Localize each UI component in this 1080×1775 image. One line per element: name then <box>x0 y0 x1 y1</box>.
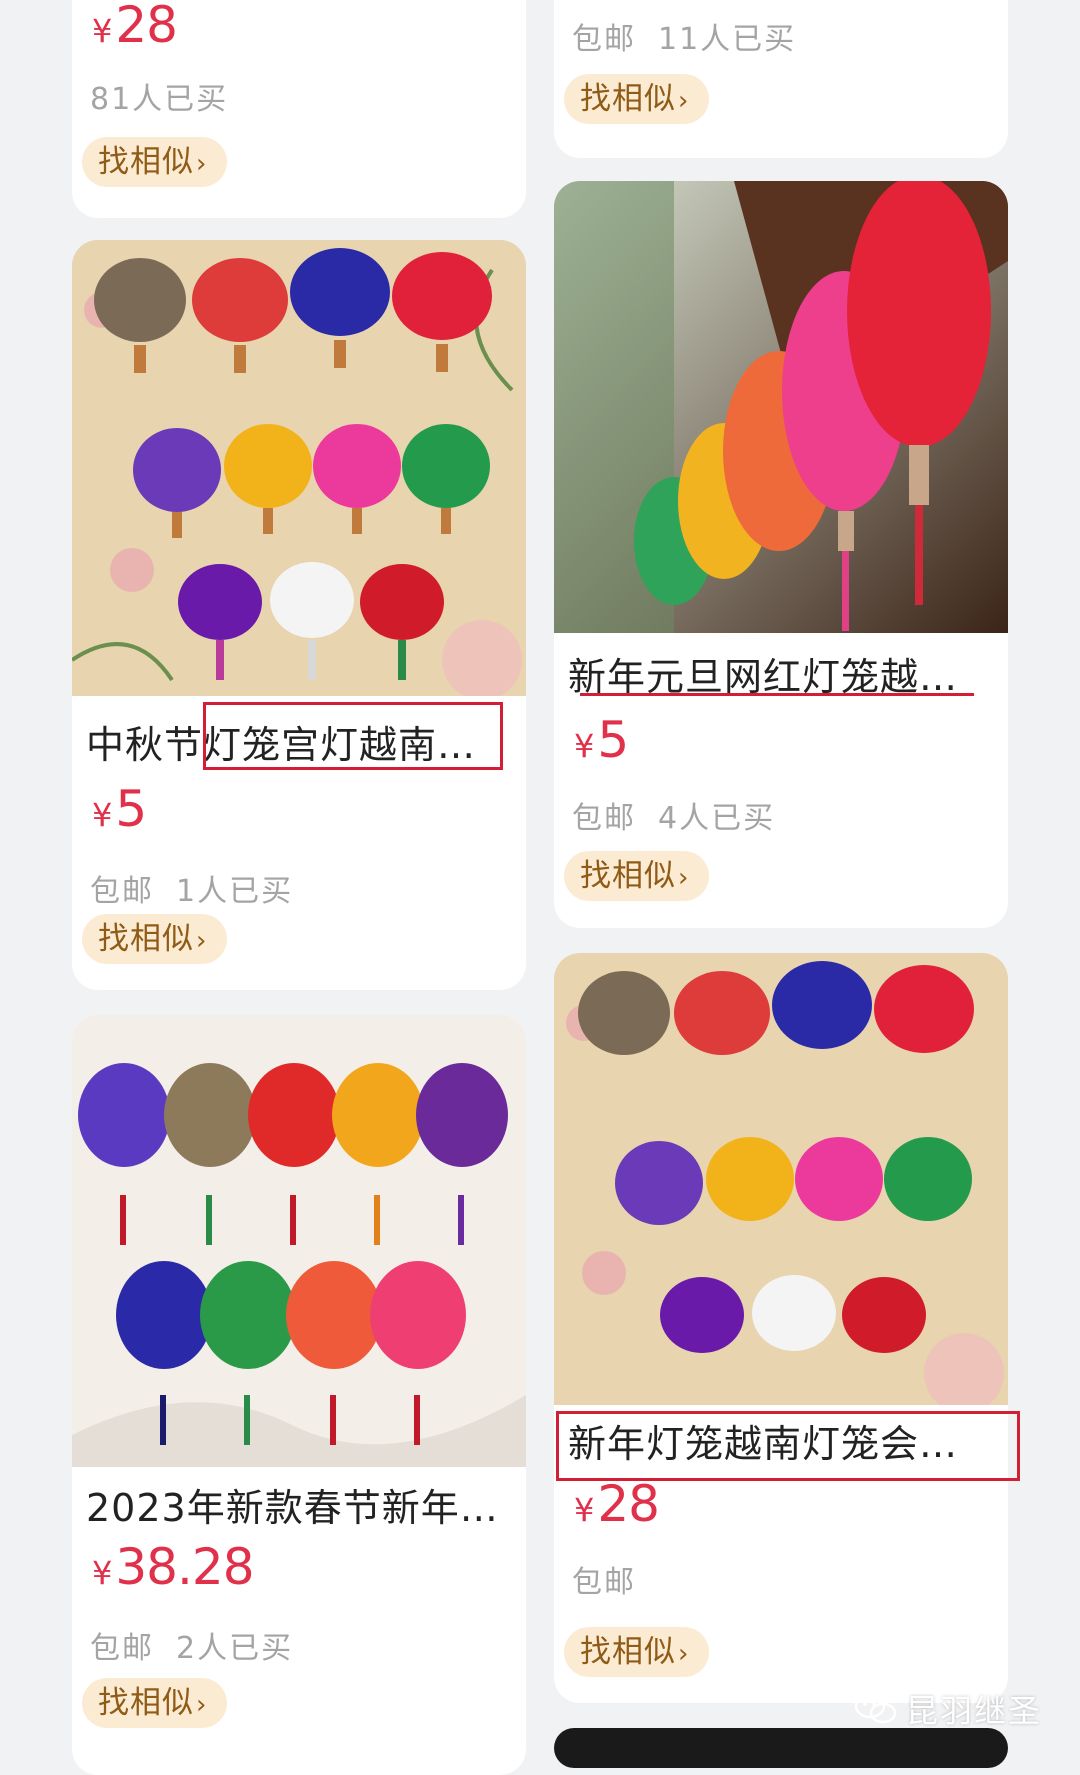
product-sales: 包邮 1人已买 <box>90 874 294 909</box>
watermark: 昆羽继圣 <box>854 1686 1042 1734</box>
watermark-text: 昆羽继圣 <box>905 1692 1042 1730</box>
find-similar-button[interactable]: 找相似› <box>82 1678 228 1728</box>
product-price: ¥28 <box>574 1475 660 1533</box>
product-price: ¥38.28 <box>92 1538 255 1596</box>
product-card[interactable]: 中秋节灯笼宫灯越南… ¥5 包邮 1人已买 找相似› <box>72 240 526 990</box>
product-card[interactable]: 2023年新款春节新年… ¥38.28 包邮 2人已买 找相似› <box>72 1015 526 1775</box>
product-sales: 包邮 <box>572 1565 636 1600</box>
chevron-right-icon: › <box>678 1639 690 1669</box>
highlight-box <box>556 1411 1020 1481</box>
product-card[interactable]: 包邮 11人已买 找相似› <box>554 0 1008 158</box>
product-sales: 包邮 4人已买 <box>572 801 776 836</box>
chevron-right-icon: › <box>196 1690 208 1720</box>
find-similar-button[interactable]: 找相似› <box>564 1627 710 1677</box>
product-image <box>554 1728 1008 1768</box>
product-sales: 包邮 2人已买 <box>90 1631 294 1666</box>
product-card[interactable]: 新年元旦网红灯笼越… ¥5 包邮 4人已买 找相似› <box>554 181 1008 928</box>
product-card[interactable]: 新年灯笼越南灯笼会… ¥28 包邮 找相似› <box>554 953 1008 1703</box>
highlight-underline <box>580 693 974 696</box>
product-sales: 81人已买 <box>90 82 229 117</box>
product-card[interactable] <box>554 1728 1008 1768</box>
find-similar-button[interactable]: 找相似› <box>82 137 228 187</box>
product-price: ¥5 <box>92 780 147 838</box>
product-image[interactable] <box>554 181 1008 633</box>
chevron-right-icon: › <box>678 86 690 116</box>
product-price: ¥28 <box>92 0 178 54</box>
product-card[interactable]: ¥28 81人已买 找相似› <box>72 0 526 218</box>
product-sales: 包邮 11人已买 <box>572 22 797 57</box>
product-image[interactable] <box>72 240 526 696</box>
wechat-icon <box>854 1692 898 1734</box>
highlight-box <box>203 702 503 770</box>
product-title[interactable]: 2023年新款春节新年… <box>86 1477 516 1532</box>
chevron-right-icon: › <box>678 863 690 893</box>
find-similar-button[interactable]: 找相似› <box>564 74 710 124</box>
product-price: ¥5 <box>574 711 629 769</box>
chevron-right-icon: › <box>196 149 208 179</box>
chevron-right-icon: › <box>196 926 208 956</box>
find-similar-button[interactable]: 找相似› <box>564 851 710 901</box>
find-similar-button[interactable]: 找相似› <box>82 914 228 964</box>
product-image[interactable] <box>554 953 1008 1405</box>
product-image[interactable] <box>72 1015 526 1467</box>
